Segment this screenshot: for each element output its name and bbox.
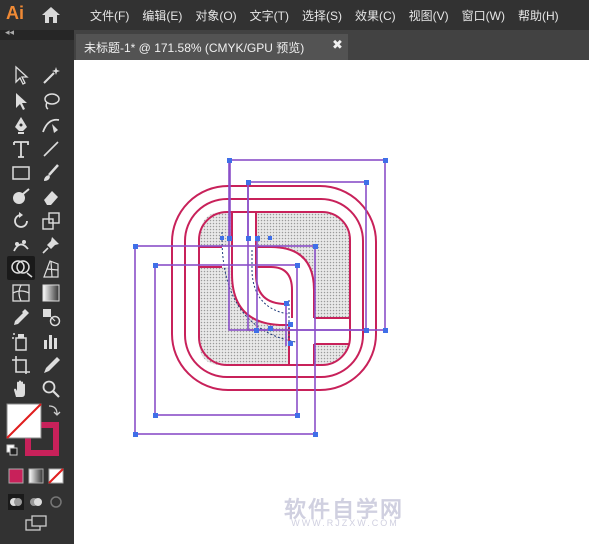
magic-wand-icon[interactable] xyxy=(40,64,62,86)
artwork xyxy=(133,158,388,437)
mesh-tool-icon[interactable] xyxy=(10,282,32,304)
fill-stroke-control[interactable] xyxy=(5,402,69,464)
symbol-sprayer-icon[interactable] xyxy=(10,330,32,352)
type-tool-icon[interactable] xyxy=(10,138,32,160)
selection-tool-icon[interactable] xyxy=(10,64,32,86)
draw-normal-icon[interactable] xyxy=(8,494,24,510)
menu-object[interactable]: 对象(O) xyxy=(195,7,236,24)
direct-selection-icon[interactable] xyxy=(10,90,32,112)
shaper-tool-icon[interactable] xyxy=(10,186,32,208)
pen-tool-icon[interactable] xyxy=(10,114,32,136)
menu-select[interactable]: 选择(S) xyxy=(302,7,342,24)
collapse-icon[interactable]: ◂◂ xyxy=(5,27,14,38)
curvature-tool-icon[interactable] xyxy=(40,114,62,136)
draw-behind-icon[interactable] xyxy=(28,494,44,510)
menu-help[interactable]: 帮助(H) xyxy=(518,7,559,24)
eraser-icon[interactable] xyxy=(40,186,62,208)
menu-file[interactable]: 文件(F) xyxy=(90,7,129,24)
artboard-canvas[interactable]: 软件自学网 WWW.RJZXW.COM xyxy=(74,60,589,544)
menu-items: 文件(F) 编辑(E) 对象(O) 文字(T) 选择(S) 效果(C) 视图(V… xyxy=(90,0,572,30)
menu-edit[interactable]: 编辑(E) xyxy=(142,7,182,24)
blend-tool-icon[interactable] xyxy=(40,306,62,328)
puppet-warp-icon[interactable] xyxy=(10,234,32,256)
document-tab[interactable]: 未标题-1* @ 171.58% (CMYK/GPU 预览) ✖ xyxy=(76,34,348,60)
artboard-tool-icon[interactable] xyxy=(10,354,32,376)
gradient-tool-icon[interactable] xyxy=(40,282,62,304)
close-tab-icon[interactable]: ✖ xyxy=(332,37,343,53)
menu-view[interactable]: 视图(V) xyxy=(409,7,449,24)
perspective-grid-icon[interactable] xyxy=(40,258,62,280)
zoom-tool-icon[interactable] xyxy=(40,378,62,400)
color-mode-icon[interactable] xyxy=(8,468,24,484)
document-tab-bar: 未标题-1* @ 171.58% (CMYK/GPU 预览) ✖ xyxy=(74,30,589,60)
none-mode-icon[interactable] xyxy=(48,468,64,484)
screen-mode-icon[interactable] xyxy=(24,514,50,532)
hand-tool-icon[interactable] xyxy=(10,378,32,400)
watermark-url: WWW.RJZXW.COM xyxy=(291,518,399,528)
menu-bar: Ai 文件(F) 编辑(E) 对象(O) 文字(T) 选择(S) 效果(C) 视… xyxy=(0,0,589,30)
shape-builder-icon xyxy=(11,260,33,278)
draw-inside-icon[interactable] xyxy=(48,494,64,510)
menu-effect[interactable]: 效果(C) xyxy=(355,7,396,24)
eyedropper-icon[interactable] xyxy=(10,306,32,328)
rectangle-tool-icon[interactable] xyxy=(10,162,32,184)
column-graph-icon[interactable] xyxy=(40,330,62,352)
pin-icon[interactable] xyxy=(40,234,62,256)
rotate-tool-icon[interactable] xyxy=(10,210,32,232)
app-logo: Ai xyxy=(6,3,24,23)
lasso-icon[interactable] xyxy=(40,90,62,112)
gradient-mode-icon[interactable] xyxy=(28,468,44,484)
toolbox: ◂◂ xyxy=(0,27,74,544)
paintbrush-icon[interactable] xyxy=(40,162,62,184)
slice-tool-icon[interactable] xyxy=(40,354,62,376)
shape-builder-tool[interactable] xyxy=(7,256,35,280)
line-tool-icon[interactable] xyxy=(40,138,62,160)
fill-stroke-icon xyxy=(6,403,61,456)
menu-window[interactable]: 窗口(W) xyxy=(462,7,505,24)
scale-tool-icon[interactable] xyxy=(40,210,62,232)
toolbox-header: ◂◂ xyxy=(0,27,74,40)
menu-type[interactable]: 文字(T) xyxy=(250,7,289,24)
document-tab-title: 未标题-1* @ 171.58% (CMYK/GPU 预览) xyxy=(84,41,305,55)
home-icon[interactable] xyxy=(40,5,62,25)
